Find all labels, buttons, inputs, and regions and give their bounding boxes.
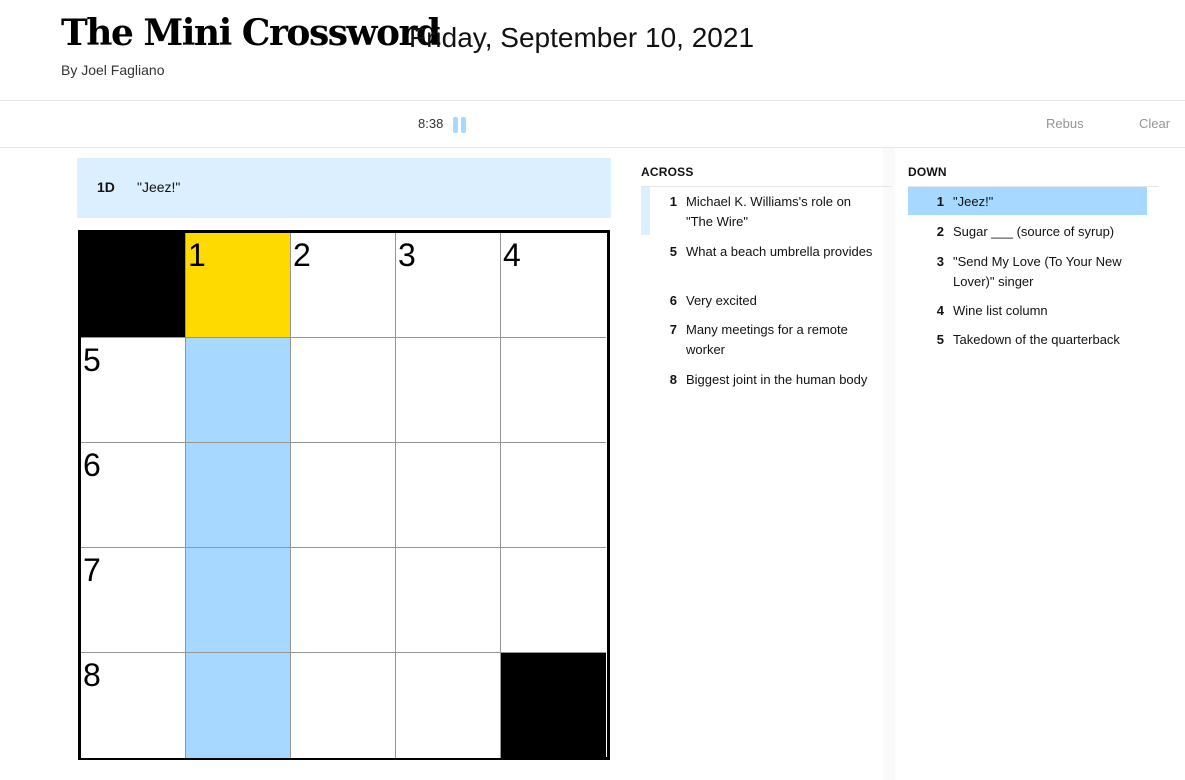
rebus-button[interactable]: Rebus [1046,116,1084,131]
clue-number: 7 [669,322,677,337]
across-clue-5[interactable]: 5 What a beach umbrella provides [641,237,880,285]
clue-number: 8 [669,372,677,387]
grid-cell[interactable]: 8 [81,653,186,758]
down-clue-2[interactable]: 2 Sugar ___ (source of syrup) [908,217,1147,245]
across-clue-1[interactable]: 1 Michael K. Williams's role on "The Wire… [641,187,880,235]
page-title: The Mini Crossword [61,12,441,54]
clue-number: 3 [936,254,944,269]
clue-number: 6 [669,293,677,308]
across-title: ACROSS [641,160,892,187]
cell-number: 8 [83,657,101,693]
crossword-board: 1 2 3 4 5 6 7 8 [78,230,610,760]
grid-cell[interactable] [501,338,606,443]
clue-number: 5 [669,244,677,259]
down-clue-1[interactable]: 1 "Jeez!" [908,187,1147,215]
grid-cell[interactable] [291,443,396,548]
timer: 8:38 [418,116,444,131]
active-clue-number: 1D [97,179,115,195]
grid-cell[interactable]: 3 [396,233,501,338]
active-clue-bar: 1D "Jeez!" [77,158,611,218]
pause-icon[interactable] [453,117,467,133]
clue-number: 1 [669,194,677,209]
grid-cell[interactable] [186,338,291,443]
clue-number: 1 [936,194,944,209]
clear-button[interactable]: Clear [1139,116,1170,131]
puzzle-date: Friday, September 10, 2021 [409,22,755,53]
grid-cell[interactable] [396,338,501,443]
down-clue-list: DOWN 1 "Jeez!" 2 Sugar ___ (source of syrup… [908,160,1159,347]
clue-text: Biggest joint in the human body [686,372,868,387]
clue-text: What a beach umbrella provides [686,244,873,259]
grid-cell[interactable]: 4 [501,233,606,338]
clue-text: Michael K. Williams's role on "The Wire" [686,194,852,229]
clue-number: 5 [936,332,944,347]
cell-number: 4 [503,237,521,273]
clue-text: "Jeez!" [953,194,994,209]
black-cell [501,653,606,758]
clue-text: Wine list column [953,303,1048,318]
grid-cell[interactable]: 6 [81,443,186,548]
page-header: The Mini Crossword Friday, September 10,… [0,0,1185,101]
black-cell [81,233,186,338]
grid-cell-selected[interactable]: 1 [186,233,291,338]
across-clue-7[interactable]: 7 Many meetings for a remote worker [641,315,880,363]
clue-text: Sugar ___ (source of syrup) [953,224,1115,239]
grid-cell[interactable] [186,548,291,653]
grid-cell[interactable] [501,443,606,548]
byline: By Joel Fagliano [61,62,165,78]
grid-cell[interactable] [291,548,396,653]
toolbar: 8:38 Rebus Clear [0,101,1185,148]
down-clue-3[interactable]: 3 "Send My Love (To Your New Lover)" sing… [908,247,1147,295]
grid-cell[interactable]: 7 [81,548,186,653]
grid-cell[interactable] [291,653,396,758]
down-clue-5[interactable]: 5 Takedown of the quarterback [908,325,1147,353]
clue-text: Takedown of the quarterback [953,332,1120,347]
across-clue-8[interactable]: 8 Biggest joint in the human body [641,365,880,393]
grid-cell[interactable]: 5 [81,338,186,443]
across-clue-6[interactable]: 6 Very excited [641,286,880,314]
grid-cell[interactable]: 2 [291,233,396,338]
grid-cell[interactable] [186,653,291,758]
grid-cell[interactable] [501,548,606,653]
cell-number: 3 [398,237,416,273]
cell-number: 7 [83,552,101,588]
clue-text: Very excited [686,293,757,308]
down-clue-4[interactable]: 4 Wine list column [908,296,1147,324]
cell-number: 2 [293,237,311,273]
grid-cell[interactable] [396,548,501,653]
down-title: DOWN [908,160,1159,187]
grid-cell[interactable] [396,443,501,548]
grid-cell[interactable] [186,443,291,548]
clue-text: "Send My Love (To Your New Lover)" singe… [953,254,1122,289]
across-clue-list: ACROSS 1 Michael K. Williams's role on "T… [641,160,892,387]
clue-text: Many meetings for a remote worker [686,322,848,357]
cell-number: 6 [83,447,101,483]
clue-number: 2 [936,224,944,239]
active-clue-text: "Jeez!" [137,179,181,195]
grid-cell[interactable] [291,338,396,443]
grid-cell[interactable] [396,653,501,758]
divider [883,148,895,780]
cell-number: 5 [83,342,101,378]
clue-number: 4 [936,303,944,318]
cell-number: 1 [188,237,206,273]
